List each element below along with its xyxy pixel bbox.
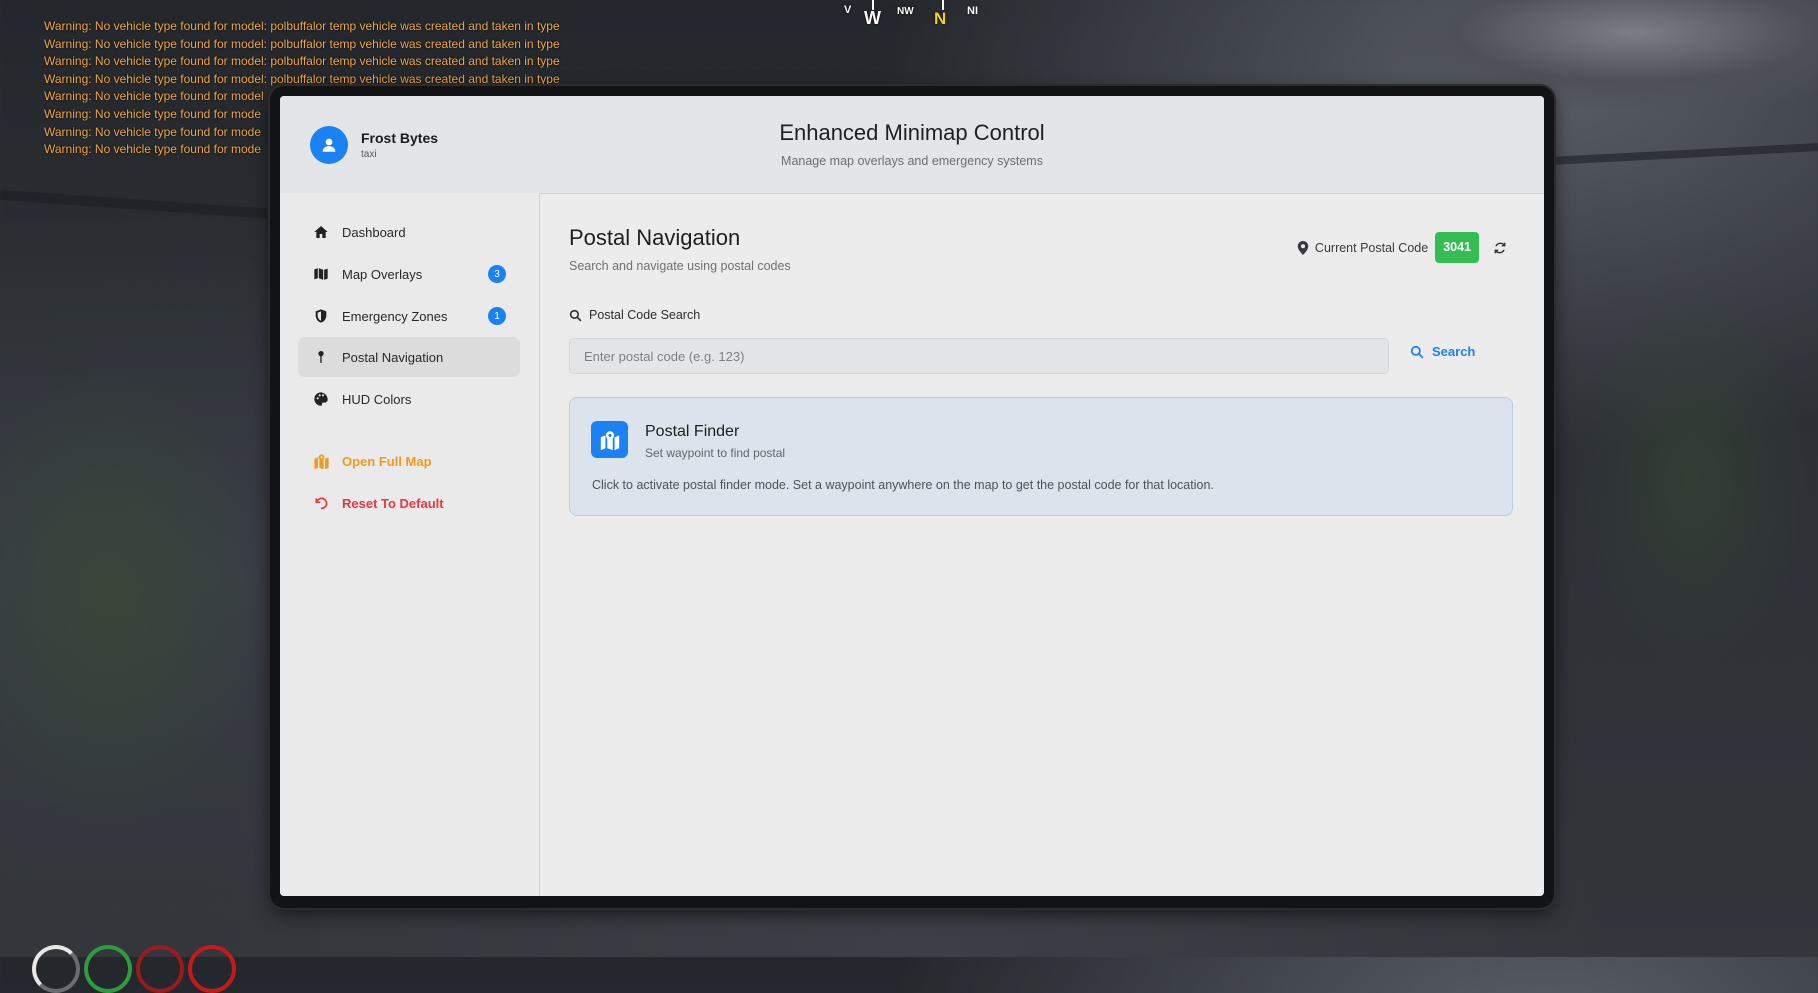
search-icon (569, 309, 582, 322)
sidebar-item-label: Postal Navigation (342, 349, 444, 365)
reset-to-default-button[interactable]: Reset To Default (298, 483, 520, 523)
undo-icon (312, 494, 330, 512)
refresh-icon[interactable] (1492, 240, 1508, 256)
page-title: Postal Navigation (569, 225, 741, 250)
background-road (0, 189, 290, 221)
health-circle (32, 945, 80, 993)
count-badge: 1 (488, 307, 506, 325)
postal-code-input[interactable] (569, 338, 1389, 374)
console-line: Warning: No vehicle type found for model (44, 89, 264, 104)
count-badge: 3 (488, 265, 506, 283)
thirst-circle (188, 945, 236, 993)
compass-label: V (844, 4, 852, 16)
current-postal-code-badge: 3041 (1435, 232, 1479, 263)
postal-finder-description: Click to activate postal finder mode. Se… (592, 478, 1214, 492)
console-line: Warning: No vehicle type found for mode (44, 142, 262, 157)
background-grass (0, 350, 270, 850)
sidebar-item-postal-navigation[interactable]: Postal Navigation (298, 337, 520, 377)
sidebar-item-label: Emergency Zones (342, 308, 448, 324)
compass-label: W (864, 8, 881, 28)
shield-icon (312, 307, 330, 325)
current-postal: Current Postal Code 3041 (1297, 232, 1508, 263)
tablet-frame: Frost Bytes taxi Enhanced Minimap Contro… (270, 86, 1554, 908)
tablet-screen: Frost Bytes taxi Enhanced Minimap Contro… (280, 96, 1544, 896)
console-line: Warning: No vehicle type found for model… (44, 54, 560, 69)
compass-label-north: N (934, 9, 947, 28)
sidebar-item-dashboard[interactable]: Dashboard (298, 212, 520, 252)
map-location-icon (312, 452, 330, 470)
location-pin-icon (1297, 240, 1309, 255)
background-grass (1568, 280, 1818, 680)
compass-label: NI (967, 5, 978, 17)
postal-search-label-text: Postal Code Search (589, 308, 701, 322)
palette-icon (312, 390, 330, 408)
pin-icon (312, 348, 330, 366)
console-line: Warning: No vehicle type found for model… (44, 36, 560, 51)
compass-label: NW (897, 6, 914, 17)
search-button-label: Search (1432, 344, 1476, 359)
main-panel: Postal Navigation Search and navigate us… (540, 193, 1544, 896)
search-icon (1410, 345, 1424, 359)
sidebar: Dashboard Map Overlays 3 Emergency Zones… (280, 193, 540, 896)
sidebar-item-hud-colors[interactable]: HUD Colors (298, 379, 520, 419)
postal-finder-card[interactable]: Postal Finder Set waypoint to find posta… (569, 397, 1513, 516)
current-postal-label: Current Postal Code (1314, 240, 1429, 255)
sidebar-item-label: Map Overlays (342, 266, 423, 282)
sidebar-item-label: Dashboard (342, 224, 406, 240)
console-line: Warning: No vehicle type found for model… (44, 19, 560, 33)
console-line: Warning: No vehicle type found for mode (44, 124, 262, 139)
search-button[interactable]: Search (1410, 344, 1475, 359)
postal-finder-title: Postal Finder (645, 423, 740, 440)
postal-search-section-label: Postal Code Search (569, 308, 700, 322)
background-road (1549, 142, 1818, 166)
sidebar-item-map-overlays[interactable]: Map Overlays 3 (298, 254, 520, 294)
sidebar-item-label: HUD Colors (342, 391, 412, 407)
reset-to-default-label: Reset To Default (342, 495, 444, 511)
header: Frost Bytes taxi Enhanced Minimap Contro… (280, 96, 1544, 194)
app-title: Enhanced Minimap Control (779, 120, 1045, 145)
console-line: Warning: No vehicle type found for mode (44, 106, 262, 121)
sidebar-item-emergency-zones[interactable]: Emergency Zones 1 (298, 296, 520, 336)
map-icon (312, 265, 330, 283)
hunger-circle (136, 945, 184, 993)
armor-circle (84, 945, 132, 993)
map-location-icon (591, 421, 628, 458)
app-subtitle: Manage map overlays and emergency system… (781, 154, 1043, 168)
compass: V W NW N NI (840, 0, 1000, 30)
postal-finder-subtitle: Set waypoint to find postal (645, 446, 786, 460)
open-full-map-label: Open Full Map (342, 453, 432, 469)
page-subtitle: Search and navigate using postal codes (569, 259, 791, 273)
open-full-map-button[interactable]: Open Full Map (298, 441, 520, 481)
home-icon (312, 223, 330, 241)
